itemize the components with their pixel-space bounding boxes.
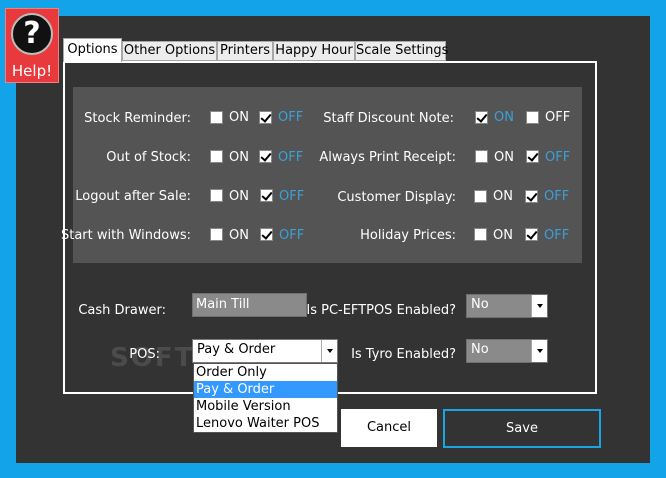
- pos-value: Pay & Order: [197, 342, 276, 357]
- on-label: ON: [493, 228, 513, 243]
- pos-option-pay-and-order[interactable]: Pay & Order: [194, 381, 337, 398]
- pos-option-order-only[interactable]: Order Only: [194, 364, 337, 381]
- stock-reminder-on-checkbox[interactable]: [210, 111, 223, 124]
- off-label: OFF: [545, 150, 571, 165]
- on-label: ON: [229, 150, 249, 165]
- chevron-down-icon[interactable]: [531, 340, 547, 362]
- tab-scale-settings[interactable]: Scale Settings: [355, 41, 448, 61]
- off-label: OFF: [544, 189, 570, 204]
- holiday-prices-off-checkbox[interactable]: [525, 228, 538, 241]
- tyro-select[interactable]: No: [466, 339, 548, 363]
- on-label: ON: [494, 150, 514, 165]
- on-label: ON: [229, 189, 249, 204]
- out-of-stock-on-checkbox[interactable]: [210, 150, 223, 163]
- always-print-receipt-on-checkbox[interactable]: [475, 150, 488, 163]
- option-label: Customer Display:: [337, 190, 456, 205]
- off-label: OFF: [544, 228, 570, 243]
- start-with-windows-off-checkbox[interactable]: [260, 228, 273, 241]
- option-label: Out of Stock:: [106, 150, 191, 165]
- cancel-button[interactable]: Cancel: [341, 409, 437, 447]
- pc-eftpos-select[interactable]: No: [466, 294, 548, 318]
- pos-label: POS:: [129, 347, 160, 362]
- pos-select[interactable]: Pay & Order: [192, 339, 338, 363]
- pos-dropdown-list: Order Only Pay & Order Mobile Version Le…: [193, 363, 338, 433]
- staff-discount-note-on-checkbox[interactable]: [475, 111, 488, 124]
- help-label: Help!: [11, 62, 53, 80]
- question-mark-icon: ?: [11, 13, 53, 55]
- cash-drawer-field[interactable]: Main Till: [192, 293, 307, 317]
- tab-printers[interactable]: Printers: [217, 41, 273, 61]
- chevron-down-icon[interactable]: [321, 340, 337, 362]
- tab-other-options[interactable]: Other Options: [122, 41, 217, 61]
- out-of-stock-off-checkbox[interactable]: [259, 150, 272, 163]
- start-with-windows-on-checkbox[interactable]: [210, 228, 223, 241]
- help-button[interactable]: ? Help!: [5, 8, 59, 83]
- cash-drawer-label: Cash Drawer:: [78, 303, 166, 318]
- option-label: Stock Reminder:: [84, 111, 191, 126]
- option-label: Holiday Prices:: [360, 228, 456, 243]
- on-label: ON: [229, 110, 249, 125]
- tab-options[interactable]: Options: [63, 38, 122, 62]
- pos-option-mobile-version[interactable]: Mobile Version: [194, 398, 337, 415]
- tyro-value: No: [471, 342, 489, 357]
- off-label: OFF: [279, 189, 305, 204]
- off-label: OFF: [545, 110, 571, 125]
- option-label: Staff Discount Note:: [323, 111, 454, 126]
- on-label: ON: [229, 228, 249, 243]
- logout-after-sale-off-checkbox[interactable]: [260, 189, 273, 202]
- option-label: Logout after Sale:: [75, 189, 191, 204]
- on-label: ON: [493, 189, 513, 204]
- pc-eftpos-value: No: [471, 297, 489, 312]
- tab-happy-hour[interactable]: Happy Hour: [273, 41, 355, 61]
- staff-discount-note-off-checkbox[interactable]: [526, 111, 539, 124]
- customer-display-on-checkbox[interactable]: [474, 190, 487, 203]
- pc-eftpos-label: Is PC-EFTPOS Enabled?: [306, 303, 456, 318]
- off-label: OFF: [278, 150, 304, 165]
- chevron-down-icon[interactable]: [531, 295, 547, 317]
- save-button[interactable]: Save: [443, 409, 601, 448]
- holiday-prices-on-checkbox[interactable]: [474, 228, 487, 241]
- off-label: OFF: [279, 228, 305, 243]
- pos-option-lenovo-waiter-pos[interactable]: Lenovo Waiter POS: [194, 415, 337, 432]
- always-print-receipt-off-checkbox[interactable]: [526, 150, 539, 163]
- logout-after-sale-on-checkbox[interactable]: [210, 189, 223, 202]
- option-label: Start with Windows:: [60, 228, 191, 243]
- on-label: ON: [494, 110, 514, 125]
- tyro-label: Is Tyro Enabled?: [351, 347, 456, 362]
- option-label: Always Print Receipt:: [319, 150, 456, 165]
- stock-reminder-off-checkbox[interactable]: [259, 111, 272, 124]
- off-label: OFF: [278, 110, 304, 125]
- customer-display-off-checkbox[interactable]: [525, 190, 538, 203]
